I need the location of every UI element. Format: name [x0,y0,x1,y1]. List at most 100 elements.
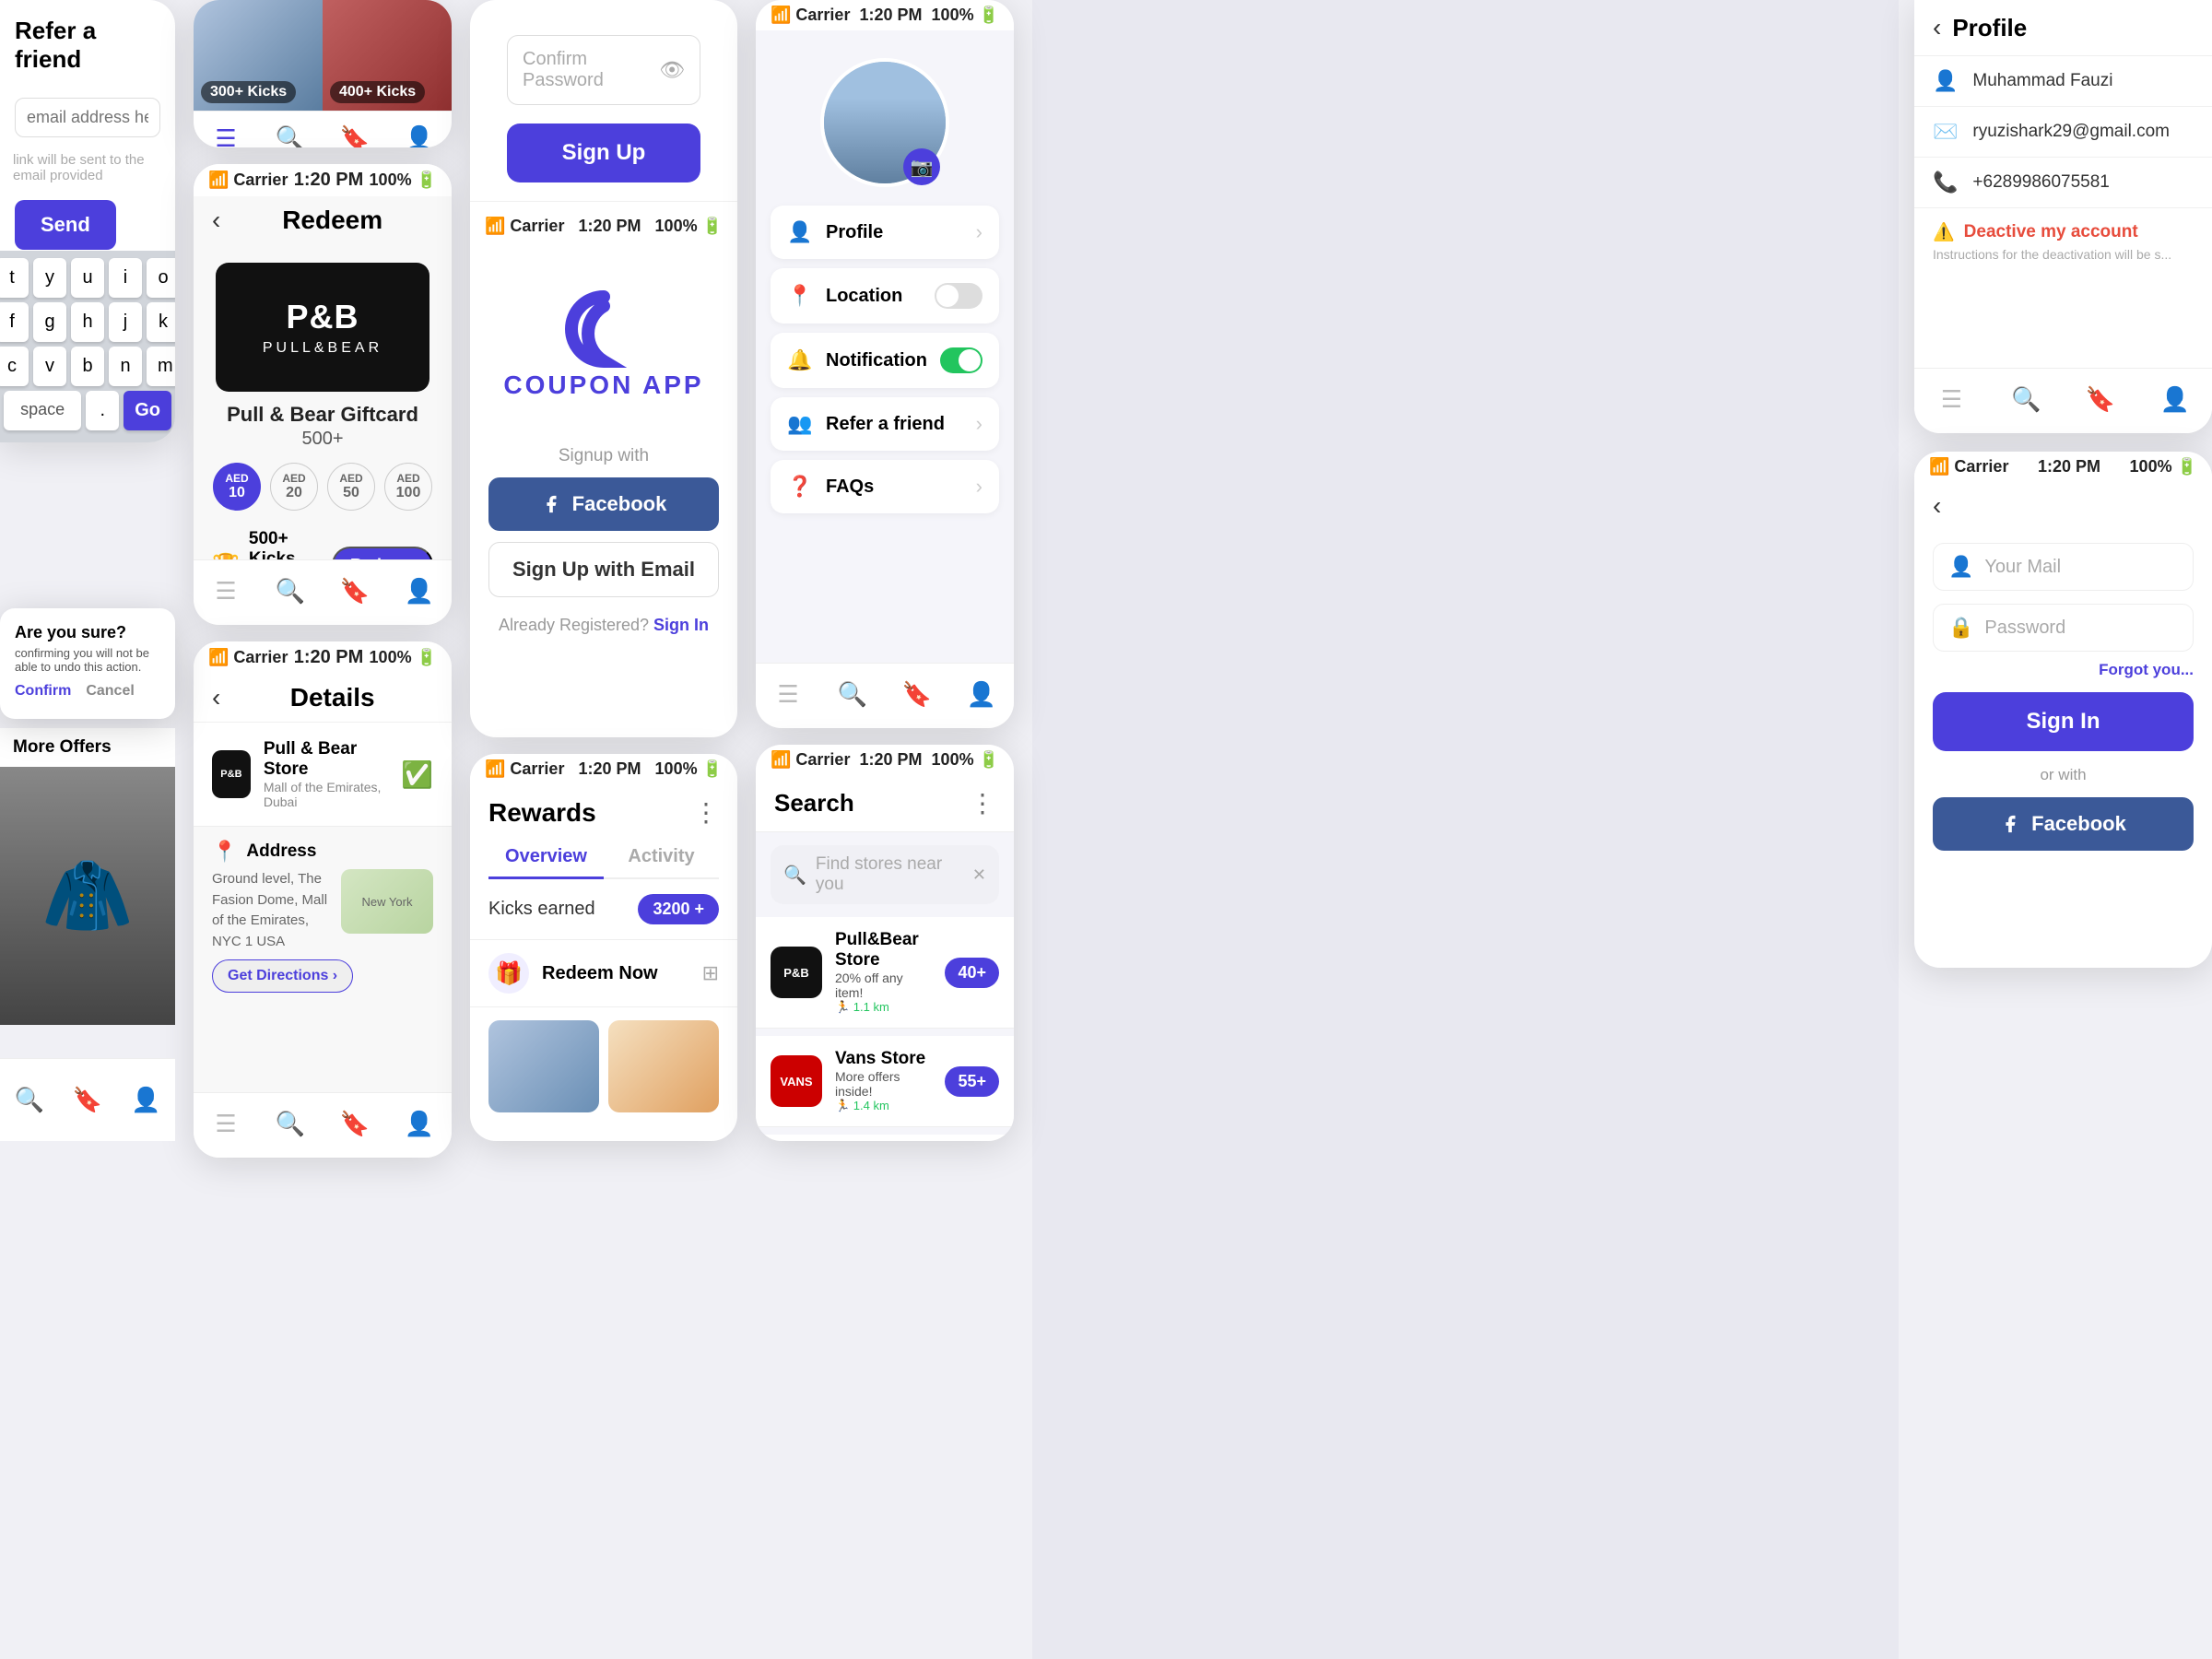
menu-item-refer[interactable]: 👥 Refer a friend › [771,397,999,451]
chip-100[interactable]: AED 100 [384,463,432,511]
key-o[interactable]: o [147,258,175,298]
nav-profile-profile-mid[interactable]: 👤 [964,677,999,712]
password-input-wrap[interactable]: 🔒 Password [1933,604,2194,652]
search-clear-icon[interactable]: ✕ [972,865,986,885]
signin-right-status-bar: 📶 Carrier 1:20 PM 100% 🔋 [1914,452,2212,482]
nav-search-profile-right[interactable]: 🔍 [2008,382,2043,417]
nav-profile-details[interactable]: 👤 [402,1106,437,1141]
nav-profile-icon-sneaker[interactable]: 👤 [402,121,437,147]
tab-activity[interactable]: Activity [604,837,719,877]
tab-overview[interactable]: Overview [488,837,604,879]
deactivate-row: ⚠️ Deactive my account Instructions for … [1914,208,2212,275]
details-bottom-nav: ☰ 🔍 🔖 👤 [194,1092,452,1158]
chip-10[interactable]: AED 10 [213,463,261,511]
menu-item-notification[interactable]: 🔔 Notification [771,333,999,388]
key-h[interactable]: h [71,302,104,342]
details-back-btn[interactable]: ‹ [212,683,220,712]
sneaker-card-2[interactable]: 400+ Kicks [323,0,452,111]
key-go[interactable]: Go [124,391,171,430]
search-time: 1:20 PM [859,750,922,770]
notification-toggle[interactable] [940,347,982,373]
nav-search-details[interactable]: 🔍 [273,1106,308,1141]
key-n[interactable]: n [109,347,142,386]
key-g[interactable]: g [33,302,66,342]
signin-button[interactable]: Sign In [1933,692,2194,751]
nav-bookmark-profile-right[interactable]: 🔖 [2083,382,2118,417]
facebook-signup-button[interactable]: Facebook [488,477,719,531]
or-with-text: or with [1914,766,2212,784]
store-item-vans[interactable]: VANS Vans Store More offers inside! 🏃 1.… [756,1036,1014,1127]
grid-icon[interactable]: ⊞ [702,961,719,985]
key-period[interactable]: . [86,391,119,430]
nav-bookmark-profile-mid[interactable]: 🔖 [900,677,935,712]
nav-bookmark-details[interactable]: 🔖 [337,1106,372,1141]
sign-in-link[interactable]: Sign In [653,616,709,634]
key-y[interactable]: y [33,258,66,298]
signin-back-btn[interactable]: ‹ [1933,491,1941,521]
confirm-button[interactable]: Confirm [15,683,71,700]
key-k[interactable]: k [147,302,175,342]
rewards-time: 1:20 PM [578,759,641,779]
user-icon: 👤 [1933,69,1958,93]
more-options-icon[interactable]: ⋮ [693,797,719,828]
redeem-back-btn[interactable]: ‹ [212,206,220,235]
key-u[interactable]: u [71,258,104,298]
sneaker-card-1[interactable]: 300+ Kicks [194,0,323,111]
deactivate-label[interactable]: ⚠️ Deactive my account [1933,221,2194,243]
location-toggle[interactable] [935,283,982,309]
confirm-password-input-wrap[interactable]: Confirm Password 👁 [507,35,700,105]
search-more-icon[interactable]: ⋮ [970,788,995,818]
forgot-link[interactable]: Forgot you... [1933,661,2194,679]
nav-profile-profile-right[interactable]: 👤 [2158,382,2193,417]
nav-search-icon-sneaker[interactable]: 🔍 [273,121,308,147]
key-j[interactable]: j [109,302,142,342]
nav-profile-left[interactable]: 👤 [128,1083,163,1118]
menu-item-profile[interactable]: 👤 Profile › [771,206,999,259]
nav-menu-profile-mid[interactable]: ☰ [771,677,806,712]
store-item-pb[interactable]: P&B Pull&Bear Store 20% off any item! 🏃 … [756,917,1014,1029]
nav-menu-icon-sneaker[interactable]: ☰ [208,121,243,147]
signup-button[interactable]: Sign Up [507,124,700,182]
nav-search-left[interactable]: 🔍 [12,1083,47,1118]
directions-button[interactable]: Get Directions › [212,959,353,993]
key-v[interactable]: v [33,347,66,386]
eye-icon[interactable]: 👁 [659,58,685,82]
store-item-zara[interactable]: ZARA Zara Store [756,1135,1014,1141]
nav-bookmark-redeem[interactable]: 🔖 [337,573,372,608]
key-b[interactable]: b [71,347,104,386]
camera-button[interactable]: 📷 [903,148,940,185]
menu-item-faqs[interactable]: ❓ FAQs › [771,460,999,513]
profile-right-back[interactable]: ‹ [1933,13,1941,42]
nav-bookmark-icon-sneaker[interactable]: 🔖 [337,121,372,147]
search-bar[interactable]: 🔍 Find stores near you ✕ [771,845,999,904]
facebook-signin-button[interactable]: Facebook [1933,797,2194,851]
key-i[interactable]: i [109,258,142,298]
menu-label-location: Location [826,286,922,307]
key-c[interactable]: c [0,347,29,386]
menu-item-location[interactable]: 📍 Location [771,268,999,324]
nav-bookmark-left[interactable]: 🔖 [70,1083,105,1118]
redeem-now-label: Redeem Now [542,963,689,984]
nav-menu-redeem[interactable]: ☰ [208,573,243,608]
nav-search-profile-mid[interactable]: 🔍 [835,677,870,712]
nav-search-redeem[interactable]: 🔍 [273,573,308,608]
rewards-battery: 100% 🔋 [655,759,723,779]
email-input[interactable] [27,108,148,127]
email-input-wrap[interactable] [15,98,160,137]
nav-menu-details[interactable]: ☰ [208,1106,243,1141]
nav-menu-profile-right[interactable]: ☰ [1934,382,1969,417]
send-button[interactable]: Send [15,200,116,250]
key-m[interactable]: m [147,347,175,386]
vans-store-name: Vans Store [835,1049,932,1069]
nav-profile-redeem[interactable]: 👤 [402,573,437,608]
cancel-button[interactable]: Cancel [86,683,134,700]
key-f[interactable]: f [0,302,29,342]
lock-icon: 🔒 [1948,616,1973,640]
key-space[interactable]: space [4,391,81,430]
search-placeholder-text: Find stores near you [816,854,963,895]
email-signup-button[interactable]: Sign Up with Email [488,542,719,597]
chip-20[interactable]: AED 20 [270,463,318,511]
chip-50[interactable]: AED 50 [327,463,375,511]
mail-input-wrap[interactable]: 👤 Your Mail [1933,543,2194,591]
key-t[interactable]: t [0,258,29,298]
